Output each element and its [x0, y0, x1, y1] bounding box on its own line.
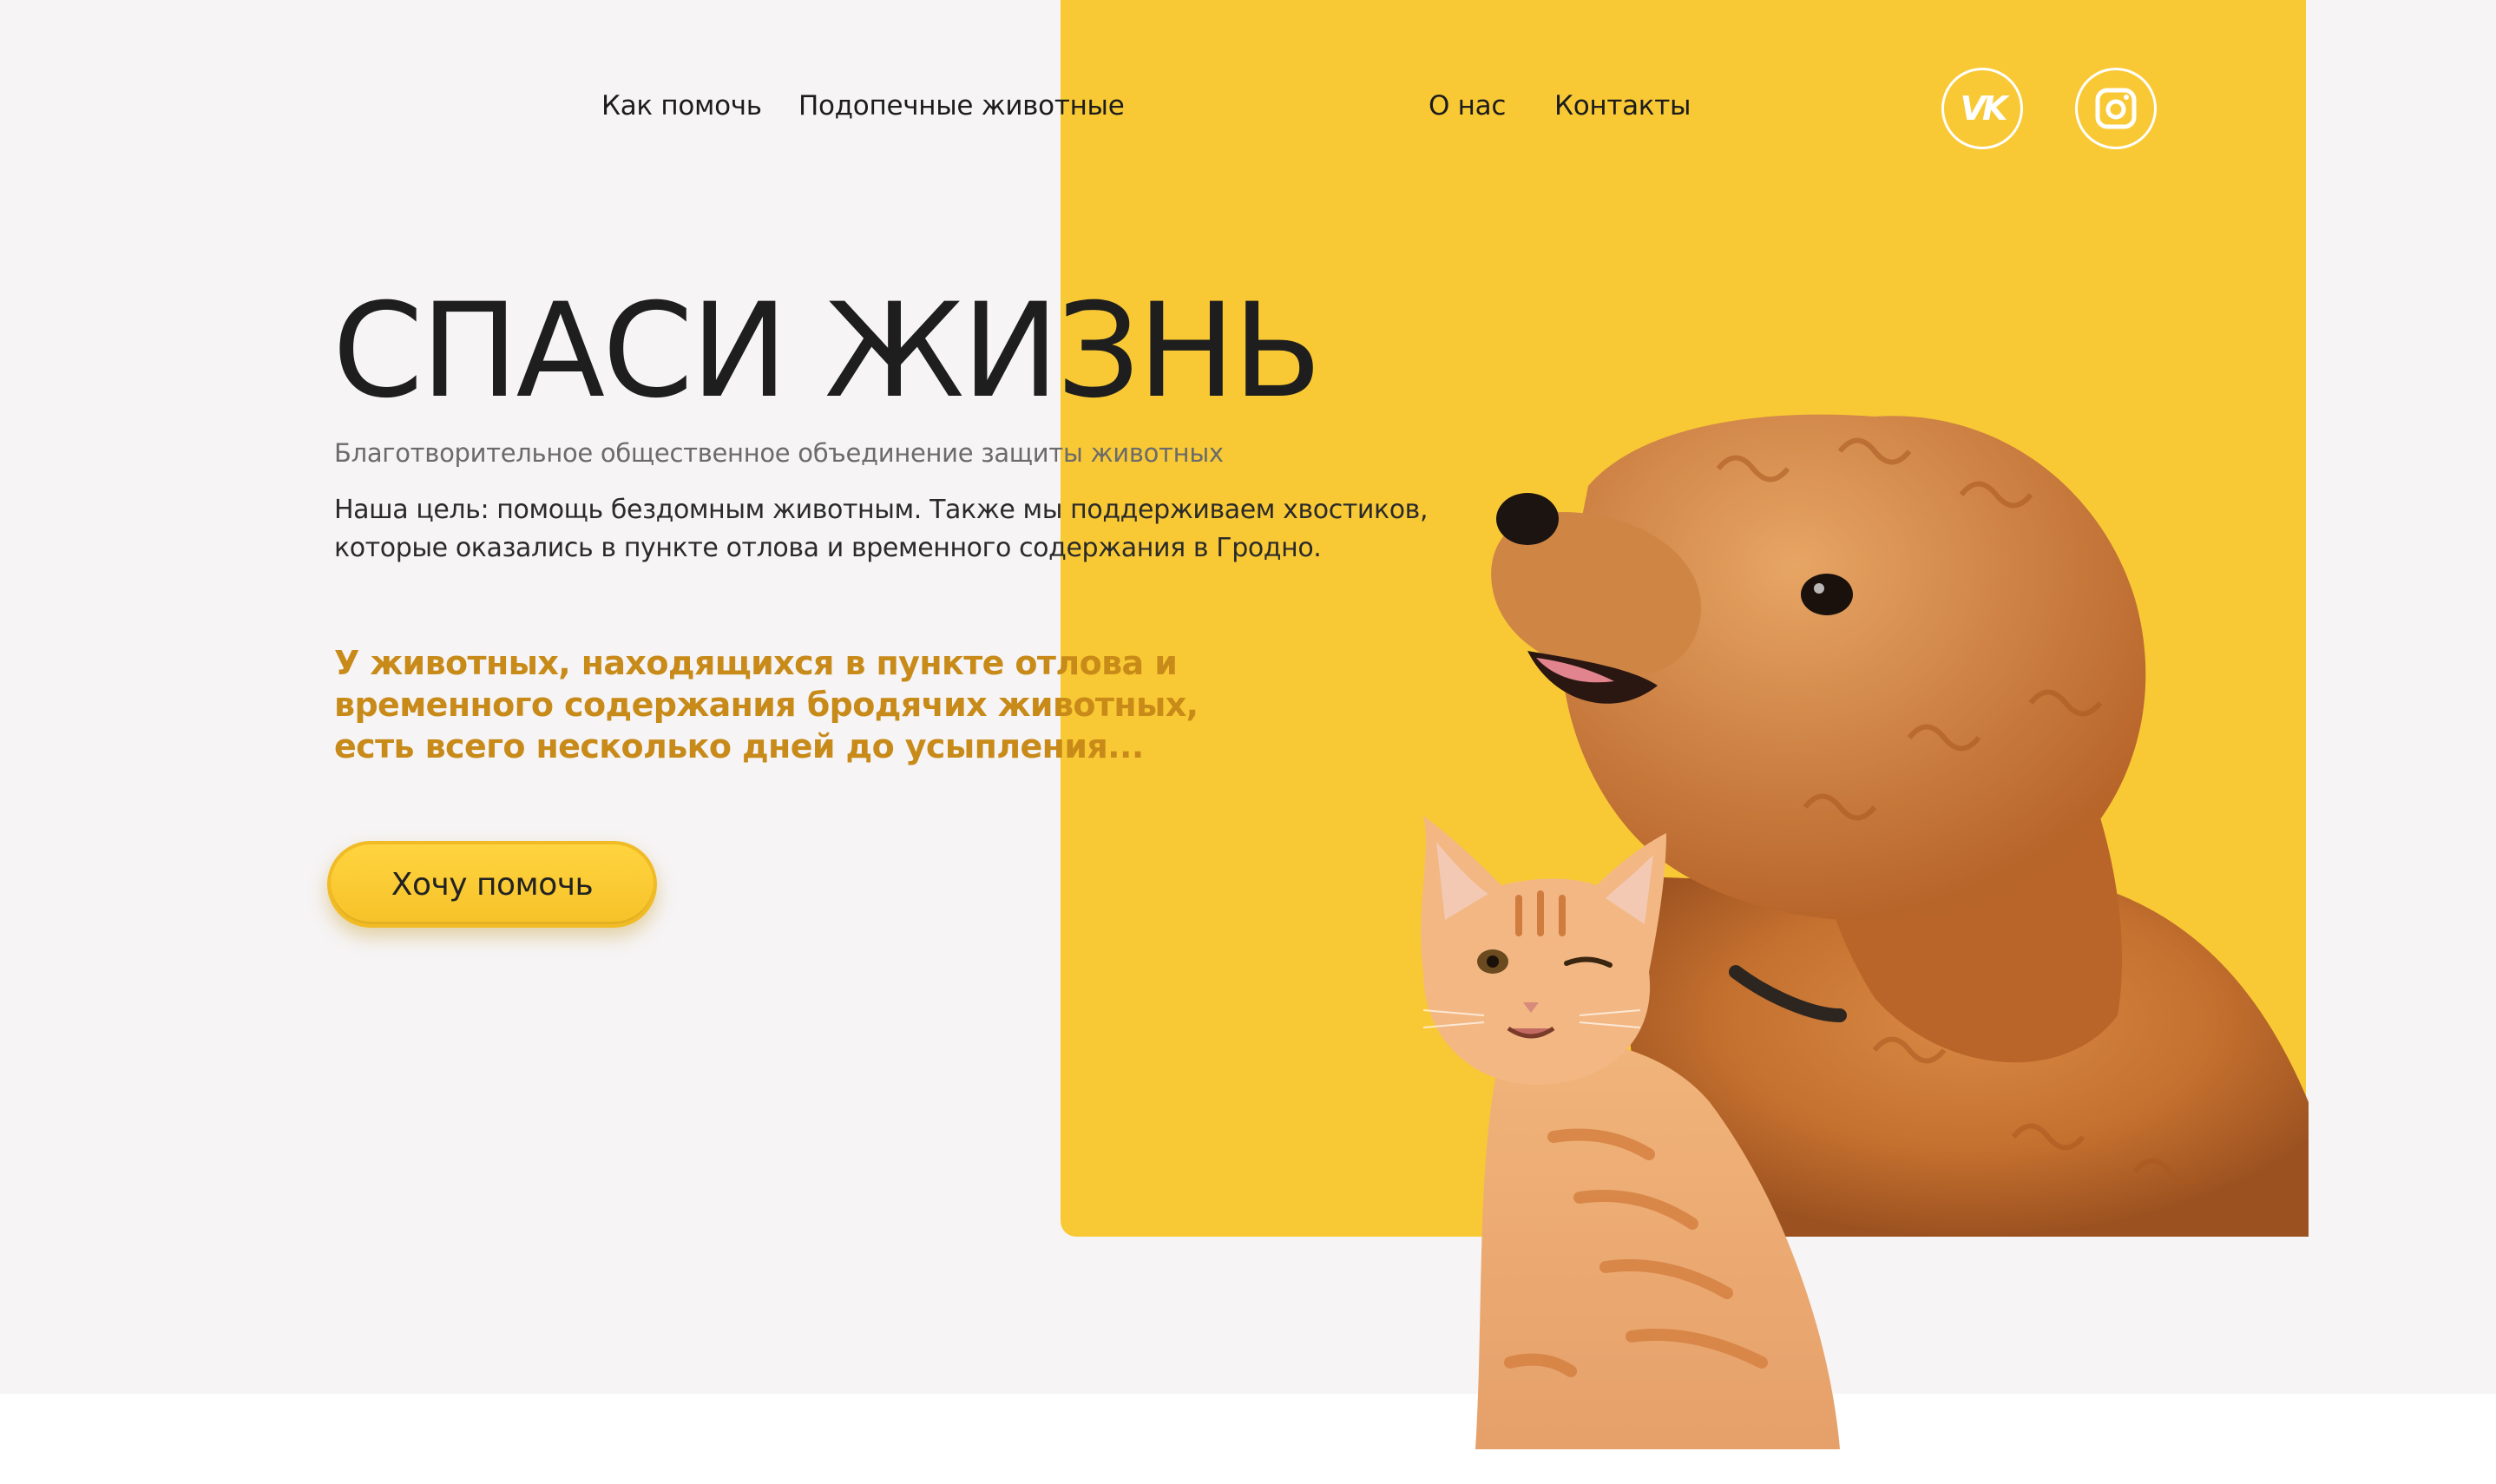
nav-contacts[interactable]: Контакты — [1554, 90, 1691, 121]
hero-goal-text: Наша цель: помощь бездомным животным. Та… — [334, 491, 1462, 568]
vk-icon: VK — [1960, 89, 2008, 128]
vk-button[interactable]: VK — [1941, 68, 2023, 149]
goal-line: Наша цель: помощь бездомным животным. Та… — [334, 495, 1429, 525]
warning-line: есть всего несколько дней до усыпления..… — [334, 727, 1144, 765]
nav-how-to-help[interactable]: Как помочь — [601, 90, 762, 121]
warning-line: временного содержания бродячих животных, — [334, 686, 1199, 724]
cat-photo — [1421, 816, 1840, 1449]
goal-line: которые оказались в пункте отлова и врем… — [334, 533, 1322, 563]
want-to-help-button[interactable]: Хочу помочь — [327, 841, 657, 928]
hero-warning-text: У животных, находящихся в пункте отлова … — [334, 642, 1199, 767]
hero-subtitle: Благотворительное общественное объединен… — [334, 438, 1224, 468]
warning-line: У животных, находящихся в пункте отлова … — [334, 644, 1178, 682]
page-title: СПАСИ ЖИЗНЬ — [332, 276, 1322, 427]
instagram-button[interactable] — [2075, 68, 2157, 149]
nav-about[interactable]: О нас — [1429, 90, 1506, 121]
nav-wards-animals[interactable]: Подопечные животные — [798, 90, 1125, 121]
instagram-icon — [2095, 88, 2137, 129]
